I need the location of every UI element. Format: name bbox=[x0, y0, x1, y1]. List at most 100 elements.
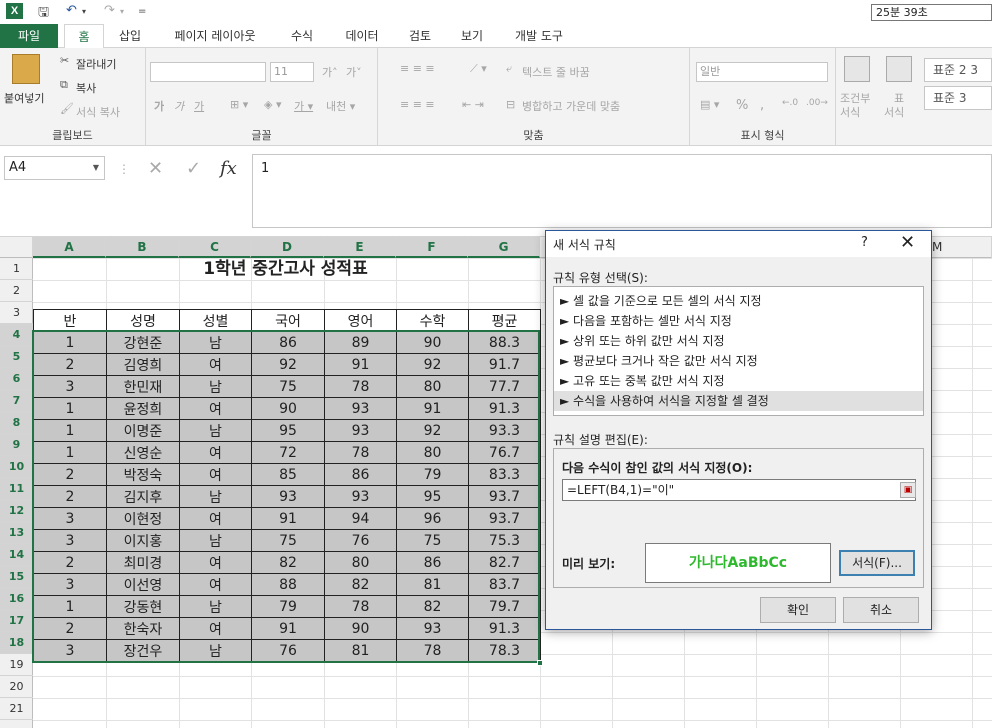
column-header[interactable]: B bbox=[106, 237, 179, 258]
cell[interactable]: 86 bbox=[396, 551, 469, 574]
tab-view[interactable]: 보기 bbox=[450, 24, 494, 48]
cell[interactable]: 82 bbox=[324, 573, 397, 596]
copy-icon[interactable]: ⧉ bbox=[60, 78, 68, 92]
cell[interactable]: 78 bbox=[324, 595, 397, 618]
row-header[interactable]: 5 bbox=[0, 346, 33, 368]
decrease-decimal-icon[interactable]: .00→ bbox=[806, 98, 828, 108]
cell[interactable]: 82 bbox=[251, 551, 325, 574]
cell[interactable]: 김영희 bbox=[106, 353, 180, 376]
font-size-combo[interactable]: 11 bbox=[270, 62, 314, 82]
cancel-button[interactable]: 취소 bbox=[843, 597, 919, 623]
cell[interactable]: 3 bbox=[33, 507, 107, 530]
row-header[interactable]: 15 bbox=[0, 566, 33, 588]
cell[interactable]: 80 bbox=[396, 375, 469, 398]
cell[interactable]: 2 bbox=[33, 463, 107, 486]
cut-icon[interactable]: ✂ bbox=[60, 54, 69, 67]
row-header[interactable]: 14 bbox=[0, 544, 33, 566]
cell[interactable]: 76 bbox=[251, 639, 325, 662]
name-box[interactable]: A4 ▼ bbox=[4, 156, 105, 180]
font-name-combo[interactable] bbox=[150, 62, 266, 82]
cell[interactable]: 88.3 bbox=[468, 331, 541, 354]
cell[interactable]: 96 bbox=[396, 507, 469, 530]
cell[interactable]: 86 bbox=[251, 331, 325, 354]
paste-button[interactable]: 붙여넣기 bbox=[4, 90, 44, 106]
cell[interactable]: 한민재 bbox=[106, 375, 180, 398]
undo-dropdown-icon[interactable]: ▾ bbox=[82, 7, 86, 16]
cell[interactable]: 윤정희 bbox=[106, 397, 180, 420]
cell[interactable]: 93 bbox=[251, 485, 325, 508]
cell[interactable]: 78 bbox=[324, 375, 397, 398]
number-format-combo[interactable]: 일반 bbox=[696, 62, 828, 82]
accounting-icon[interactable]: ▤ ▾ bbox=[700, 98, 719, 111]
cell[interactable]: 92 bbox=[396, 419, 469, 442]
header-cell[interactable]: 성명 bbox=[106, 309, 180, 332]
cell[interactable]: 81 bbox=[324, 639, 397, 662]
cell[interactable]: 91.3 bbox=[468, 617, 541, 640]
cell[interactable]: 75.3 bbox=[468, 529, 541, 552]
row-header[interactable]: 9 bbox=[0, 434, 33, 456]
cell[interactable]: 78.3 bbox=[468, 639, 541, 662]
chevron-down-icon[interactable]: ▼ bbox=[93, 157, 99, 179]
cell[interactable]: 최미경 bbox=[106, 551, 180, 574]
cell[interactable]: 2 bbox=[33, 353, 107, 376]
cell[interactable]: 이지홍 bbox=[106, 529, 180, 552]
column-header[interactable]: D bbox=[251, 237, 324, 258]
cell[interactable]: 신영순 bbox=[106, 441, 180, 464]
cell[interactable]: 79 bbox=[251, 595, 325, 618]
cell[interactable]: 94 bbox=[324, 507, 397, 530]
cell-style-standard-3[interactable]: 표준 3 bbox=[924, 86, 992, 110]
row-header[interactable]: 8 bbox=[0, 412, 33, 434]
row-header[interactable]: 7 bbox=[0, 390, 33, 412]
rule-type-item[interactable]: ► 고유 또는 중복 값만 서식 지정 bbox=[554, 371, 923, 391]
rule-type-list[interactable]: ► 셀 값을 기준으로 모든 셀의 서식 지정 ► 다음을 포함하는 셀만 서식… bbox=[553, 286, 924, 416]
format-as-table-icon[interactable] bbox=[886, 56, 912, 82]
cell[interactable]: 남 bbox=[179, 331, 252, 354]
formula-input[interactable]: 1 bbox=[252, 154, 992, 228]
row-header[interactable]: 12 bbox=[0, 500, 33, 522]
left-align-icon[interactable]: ≡ ≡ ≡ bbox=[400, 98, 435, 111]
cell[interactable]: 83.7 bbox=[468, 573, 541, 596]
tab-formulas[interactable]: 수식 bbox=[280, 24, 324, 48]
cell[interactable]: 91 bbox=[251, 507, 325, 530]
cell[interactable]: 93 bbox=[324, 485, 397, 508]
cell[interactable]: 79 bbox=[396, 463, 469, 486]
row-header[interactable]: 10 bbox=[0, 456, 33, 478]
cell[interactable]: 77.7 bbox=[468, 375, 541, 398]
ok-button[interactable]: 확인 bbox=[760, 597, 836, 623]
column-header[interactable]: G bbox=[468, 237, 540, 258]
row-header[interactable]: 21 bbox=[0, 698, 33, 720]
sheet-title-cell[interactable]: 1학년 중간고사 성적표 bbox=[33, 258, 538, 280]
cell[interactable]: 80 bbox=[324, 551, 397, 574]
cell[interactable]: 91 bbox=[396, 397, 469, 420]
cell[interactable]: 93.7 bbox=[468, 507, 541, 530]
column-header[interactable]: E bbox=[324, 237, 396, 258]
cell[interactable]: 78 bbox=[396, 639, 469, 662]
rule-type-item[interactable]: ► 상위 또는 하위 값만 서식 지정 bbox=[554, 331, 923, 351]
row-header[interactable]: 18 bbox=[0, 632, 33, 654]
cell[interactable]: 93 bbox=[396, 617, 469, 640]
cell[interactable]: 여 bbox=[179, 353, 252, 376]
close-icon[interactable]: ✕ bbox=[900, 232, 915, 253]
cut-button[interactable]: 잘라내기 bbox=[76, 56, 116, 72]
row-header[interactable]: 3 bbox=[0, 302, 33, 324]
copy-button[interactable]: 복사 bbox=[76, 80, 96, 96]
tab-developer[interactable]: 개발 도구 bbox=[504, 24, 574, 48]
row-header[interactable]: 4 bbox=[0, 324, 33, 346]
rule-type-item[interactable]: ► 평균보다 크거나 작은 값만 서식 지정 bbox=[554, 351, 923, 371]
cell[interactable]: 91 bbox=[251, 617, 325, 640]
cell[interactable]: 72 bbox=[251, 441, 325, 464]
cell[interactable]: 92 bbox=[251, 353, 325, 376]
row-header[interactable]: 13 bbox=[0, 522, 33, 544]
decrease-font-icon[interactable]: 가˅ bbox=[346, 64, 362, 80]
redo-icon[interactable]: ↷ bbox=[104, 3, 115, 18]
cell[interactable]: 82 bbox=[396, 595, 469, 618]
undo-icon[interactable]: ↶ bbox=[66, 3, 77, 18]
customize-toolbar-icon[interactable]: = bbox=[138, 6, 146, 17]
cell[interactable]: 75 bbox=[251, 375, 325, 398]
cell[interactable]: 81 bbox=[396, 573, 469, 596]
top-align-icon[interactable]: ≡ ≡ ≡ bbox=[400, 62, 435, 75]
column-header[interactable]: C bbox=[179, 237, 251, 258]
cell[interactable]: 91 bbox=[324, 353, 397, 376]
tab-home[interactable]: 홈 bbox=[64, 24, 104, 49]
cell[interactable]: 여 bbox=[179, 507, 252, 530]
